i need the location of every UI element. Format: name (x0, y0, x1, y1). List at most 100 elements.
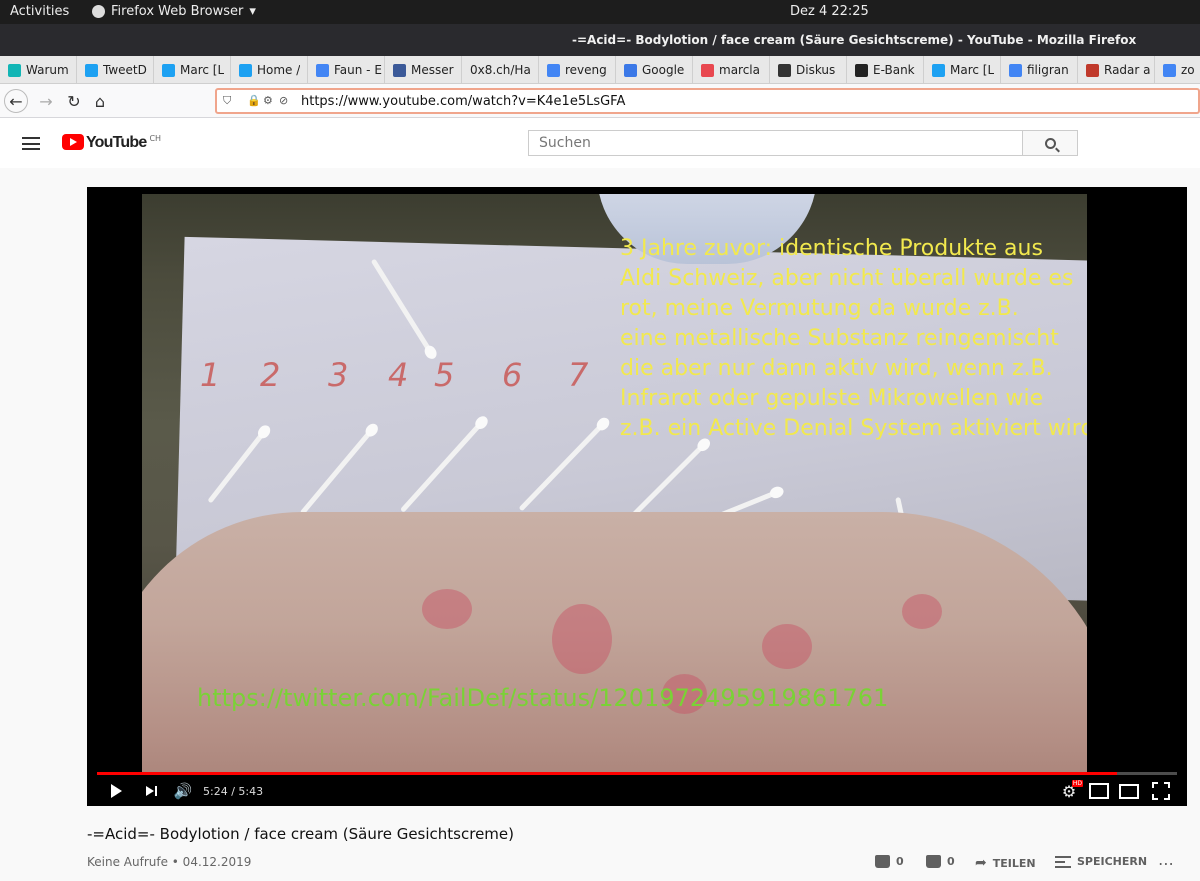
bookmark-tab[interactable]: Google (616, 56, 693, 83)
bookmark-tab-label: 0x8.ch/Ha (470, 63, 531, 77)
google-icon (1163, 63, 1176, 77)
bookmark-tab[interactable]: marcla (693, 56, 770, 83)
search-button[interactable] (1022, 130, 1078, 156)
bookmark-tab-label: Messer (411, 63, 454, 77)
video-number: 1 (200, 356, 221, 394)
bookmark-tab[interactable]: Marc [L (154, 56, 231, 83)
bookmark-tab-label: Marc [L (950, 63, 995, 77)
clock[interactable]: Dez 4 22:25 (790, 4, 869, 19)
video-number: 5 (434, 356, 455, 394)
reload-button[interactable]: ↻ (62, 89, 86, 113)
lock-icon: 🔒 (247, 94, 261, 107)
bookmark-tab[interactable]: Home / (231, 56, 308, 83)
bookmark-tab[interactable]: Messer (385, 56, 462, 83)
video-number: 4 (388, 356, 409, 394)
settings-gear-icon[interactable]: ⚙ HD (1059, 780, 1083, 801)
translate-icon (624, 63, 637, 77)
youtube-logo[interactable]: YouTube CH (62, 134, 161, 151)
twitter-icon (85, 63, 98, 77)
home-icon: ⌂ (94, 91, 106, 111)
save-button[interactable]: SPEICHERN (1055, 855, 1147, 868)
heart-icon (8, 63, 21, 77)
back-button[interactable]: ← (4, 89, 28, 113)
playlist-add-icon (1055, 855, 1071, 868)
menu-icon[interactable] (22, 137, 40, 150)
miniplayer-button[interactable] (1089, 781, 1109, 801)
window-title: -=Acid=- Bodylotion / face cream (Säure … (572, 33, 1137, 47)
video-player[interactable]: 1 2 3 4 5 6 7 3 Jahre zuvor: identische … (87, 187, 1187, 806)
page-icon (701, 63, 714, 77)
bookmark-tab[interactable]: Radar a (1078, 56, 1155, 83)
share-icon: ➦ (975, 855, 987, 871)
search-icon (1044, 137, 1056, 149)
google-icon (547, 63, 560, 77)
volume-icon[interactable]: 🔊 (173, 781, 193, 801)
progress-bar[interactable] (97, 772, 1177, 775)
youtube-wordmark: YouTube (86, 134, 147, 151)
video-caption: 3 Jahre zuvor: identische Produkte aus A… (620, 234, 1087, 444)
share-button[interactable]: ➦ TEILEN (975, 855, 1036, 871)
bookmark-tab-label: E-Bank (873, 63, 915, 77)
permissions-icon[interactable]: ⚙ (263, 94, 277, 108)
next-button[interactable] (143, 781, 159, 801)
url-text: https://www.youtube.com/watch?v=K4e1e5Ls… (301, 94, 626, 109)
more-options-icon[interactable]: ⋯ (1158, 854, 1174, 873)
bookmark-tab[interactable]: filigran (1001, 56, 1078, 83)
arrow-right-icon: → (39, 91, 53, 111)
bookmark-tab[interactable]: Marc [L (924, 56, 1001, 83)
play-button[interactable] (107, 781, 125, 801)
firefox-icon (92, 5, 105, 18)
bookmark-tab[interactable]: TweetD (77, 56, 154, 83)
bookmark-tab[interactable]: Warum (0, 56, 77, 83)
facebook-icon (393, 63, 406, 77)
caption-line: rot, meine Vermutung da wurde z.B. (620, 296, 1019, 321)
bookmark-tab[interactable]: Faun - E (308, 56, 385, 83)
app-menu[interactable]: Firefox Web Browser ▾ (92, 4, 256, 19)
search-input[interactable]: Suchen (528, 130, 1023, 156)
bookmark-tab-label: Radar a (1104, 63, 1151, 77)
dislike-count: 0 (947, 855, 955, 868)
twitter-icon (932, 63, 945, 77)
like-button[interactable]: 0 (875, 855, 904, 868)
system-top-bar: Activities Firefox Web Browser ▾ Dez 4 2… (0, 0, 1200, 24)
bookmark-tab-label: zo (1181, 63, 1195, 77)
thumbs-up-icon (875, 855, 890, 868)
player-controls: 🔊 5:24 / 5:43 ⚙ HD (87, 777, 1187, 806)
bookmark-tab[interactable]: Diskus (770, 56, 847, 83)
bookmark-tab-label: TweetD (103, 63, 147, 77)
bookmark-tab[interactable]: E-Bank (847, 56, 924, 83)
video-scene-arm (142, 512, 1087, 774)
bookmark-tab-label: marcla (719, 63, 760, 77)
dislike-button[interactable]: 0 (926, 855, 955, 868)
video-title: -=Acid=- Bodylotion / face cream (Säure … (87, 825, 514, 843)
youtube-play-icon (62, 134, 84, 150)
video-number: 3 (328, 356, 349, 394)
video-scene-rash (422, 589, 472, 629)
home-button[interactable]: ⌂ (88, 89, 112, 113)
bookmark-tab[interactable]: 0x8.ch/Ha (462, 56, 539, 83)
caption-line: die aber nur dann aktiv wird, wenn z.B. (620, 356, 1053, 381)
autoplay-blocked-icon[interactable]: ⊘ (279, 94, 293, 108)
bookmark-tab-label: Faun - E (334, 63, 382, 77)
activities-button[interactable]: Activities (10, 4, 69, 19)
caption-line: 3 Jahre zuvor: identische Produkte aus (620, 236, 1043, 261)
google-icon (316, 63, 329, 77)
forward-button[interactable]: → (34, 89, 58, 113)
thumbs-down-icon (926, 855, 941, 868)
bank-icon (855, 63, 868, 77)
fullscreen-button[interactable] (1151, 781, 1171, 801)
address-bar[interactable]: ⛉ 🔒 ⚙ ⊘ https://www.youtube.com/watch?v=… (215, 88, 1200, 114)
bookmark-tab-label: reveng (565, 63, 607, 77)
video-frame[interactable]: 1 2 3 4 5 6 7 3 Jahre zuvor: identische … (142, 194, 1087, 774)
video-scene-rash (552, 604, 612, 674)
theater-mode-button[interactable] (1119, 781, 1139, 801)
caption-line: Infrarot oder gepulste Mikrowellen wie (620, 386, 1044, 411)
twitter-icon (239, 63, 252, 77)
bookmark-tab-label: Marc [L (180, 63, 225, 77)
app-name: Firefox Web Browser (111, 4, 244, 19)
bookmark-tab[interactable]: reveng (539, 56, 616, 83)
caption-line: z.B. ein Active Denial System aktiviert … (620, 416, 1087, 441)
caption-line: Aldi Schweiz, aber nicht überall wurde e… (620, 266, 1074, 291)
bookmark-tab-label: filigran (1027, 63, 1069, 77)
bookmark-tab[interactable]: zo (1155, 56, 1200, 83)
